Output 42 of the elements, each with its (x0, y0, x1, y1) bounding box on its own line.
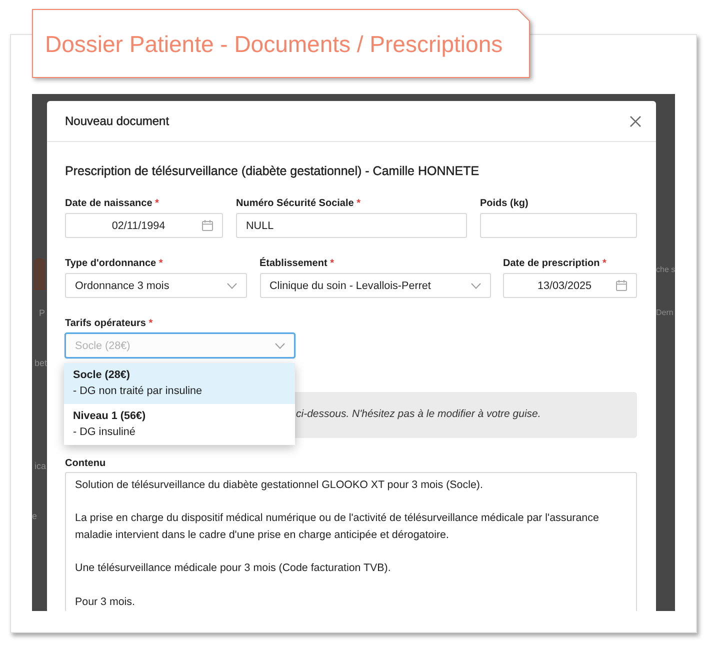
field-label: Contenu (65, 457, 107, 471)
option-title: Socle (28€) (73, 368, 132, 383)
dimmed-text: P (38, 307, 45, 319)
dimmed-text: e (32, 510, 38, 522)
chevron-down-icon (470, 282, 480, 288)
dimmed-text: bet (34, 357, 47, 369)
date-field[interactable]: 02/11/1994 (65, 213, 223, 238)
field-label: Tarifs opérateurs * (65, 317, 154, 331)
option-title: Niveau 1 (56€) (73, 409, 147, 424)
calendar-icon (202, 220, 213, 231)
dimmed-text: che s (656, 264, 675, 276)
content-paragraph: Solution de télésurveillance du diabète gestationnel GLOOKO XT pour 3 mois (Socle). (75, 478, 484, 493)
input-field[interactable]: NULL (236, 213, 467, 238)
date-field[interactable]: 13/03/2025 (503, 273, 637, 298)
field-label: Date de naissance * (65, 197, 160, 211)
dropdown-option[interactable]: Socle (28€) - DG non traité par insuline (64, 363, 295, 404)
close-icon (630, 116, 641, 126)
content-paragraph: La prise en charge du dispositif médical numérique ou de l'activité de télésurveillance médicale par l'assurance maladie intervient dans le cadre d'une prise en charge anticipée et dérogatoire. (75, 511, 600, 544)
dialog-subtitle: Prescription de télésurveillance (diabète gestationnel) - Camille HONNETE (65, 163, 480, 180)
dimmed-text: ica (34, 460, 46, 472)
dialog-title: Nouveau document (65, 113, 170, 130)
content-paragraph: Pour 3 mois. (75, 594, 136, 610)
dimmed-text: Dern (656, 307, 674, 319)
field-label: Numéro Sécurité Sociale * (236, 197, 362, 211)
content-textarea[interactable] (65, 472, 637, 611)
field-label: Date de prescription * (503, 257, 608, 271)
option-description: - DG non traité par insuline (73, 384, 204, 399)
dropdown-option[interactable]: Niveau 1 (56€) - DG insuliné (64, 404, 295, 445)
calendar-icon (616, 280, 627, 291)
select-field[interactable]: Clinique du soin - Levallois-Perret (260, 273, 490, 298)
content-paragraph: Une télésurveillance médicale pour 3 mois (Code facturation TVB). (75, 561, 392, 576)
page-title: Dossier Patiente - Documents / Prescriptions (32, 9, 530, 78)
field-label: Type d'ordonnance * (65, 257, 164, 271)
select-field[interactable]: Ordonnance 3 mois (65, 273, 247, 298)
info-text: ci-dessous. N'hésitez pas à le modifier à votre guise. (296, 407, 541, 422)
field-label: Établissement * (260, 257, 335, 271)
option-description: - DG insuliné (73, 425, 136, 440)
chevron-down-icon (227, 282, 237, 288)
chevron-down-icon (275, 342, 285, 348)
input-field[interactable] (480, 213, 637, 238)
field-label: Poids (kg) (480, 197, 530, 211)
close-button[interactable] (630, 116, 641, 126)
